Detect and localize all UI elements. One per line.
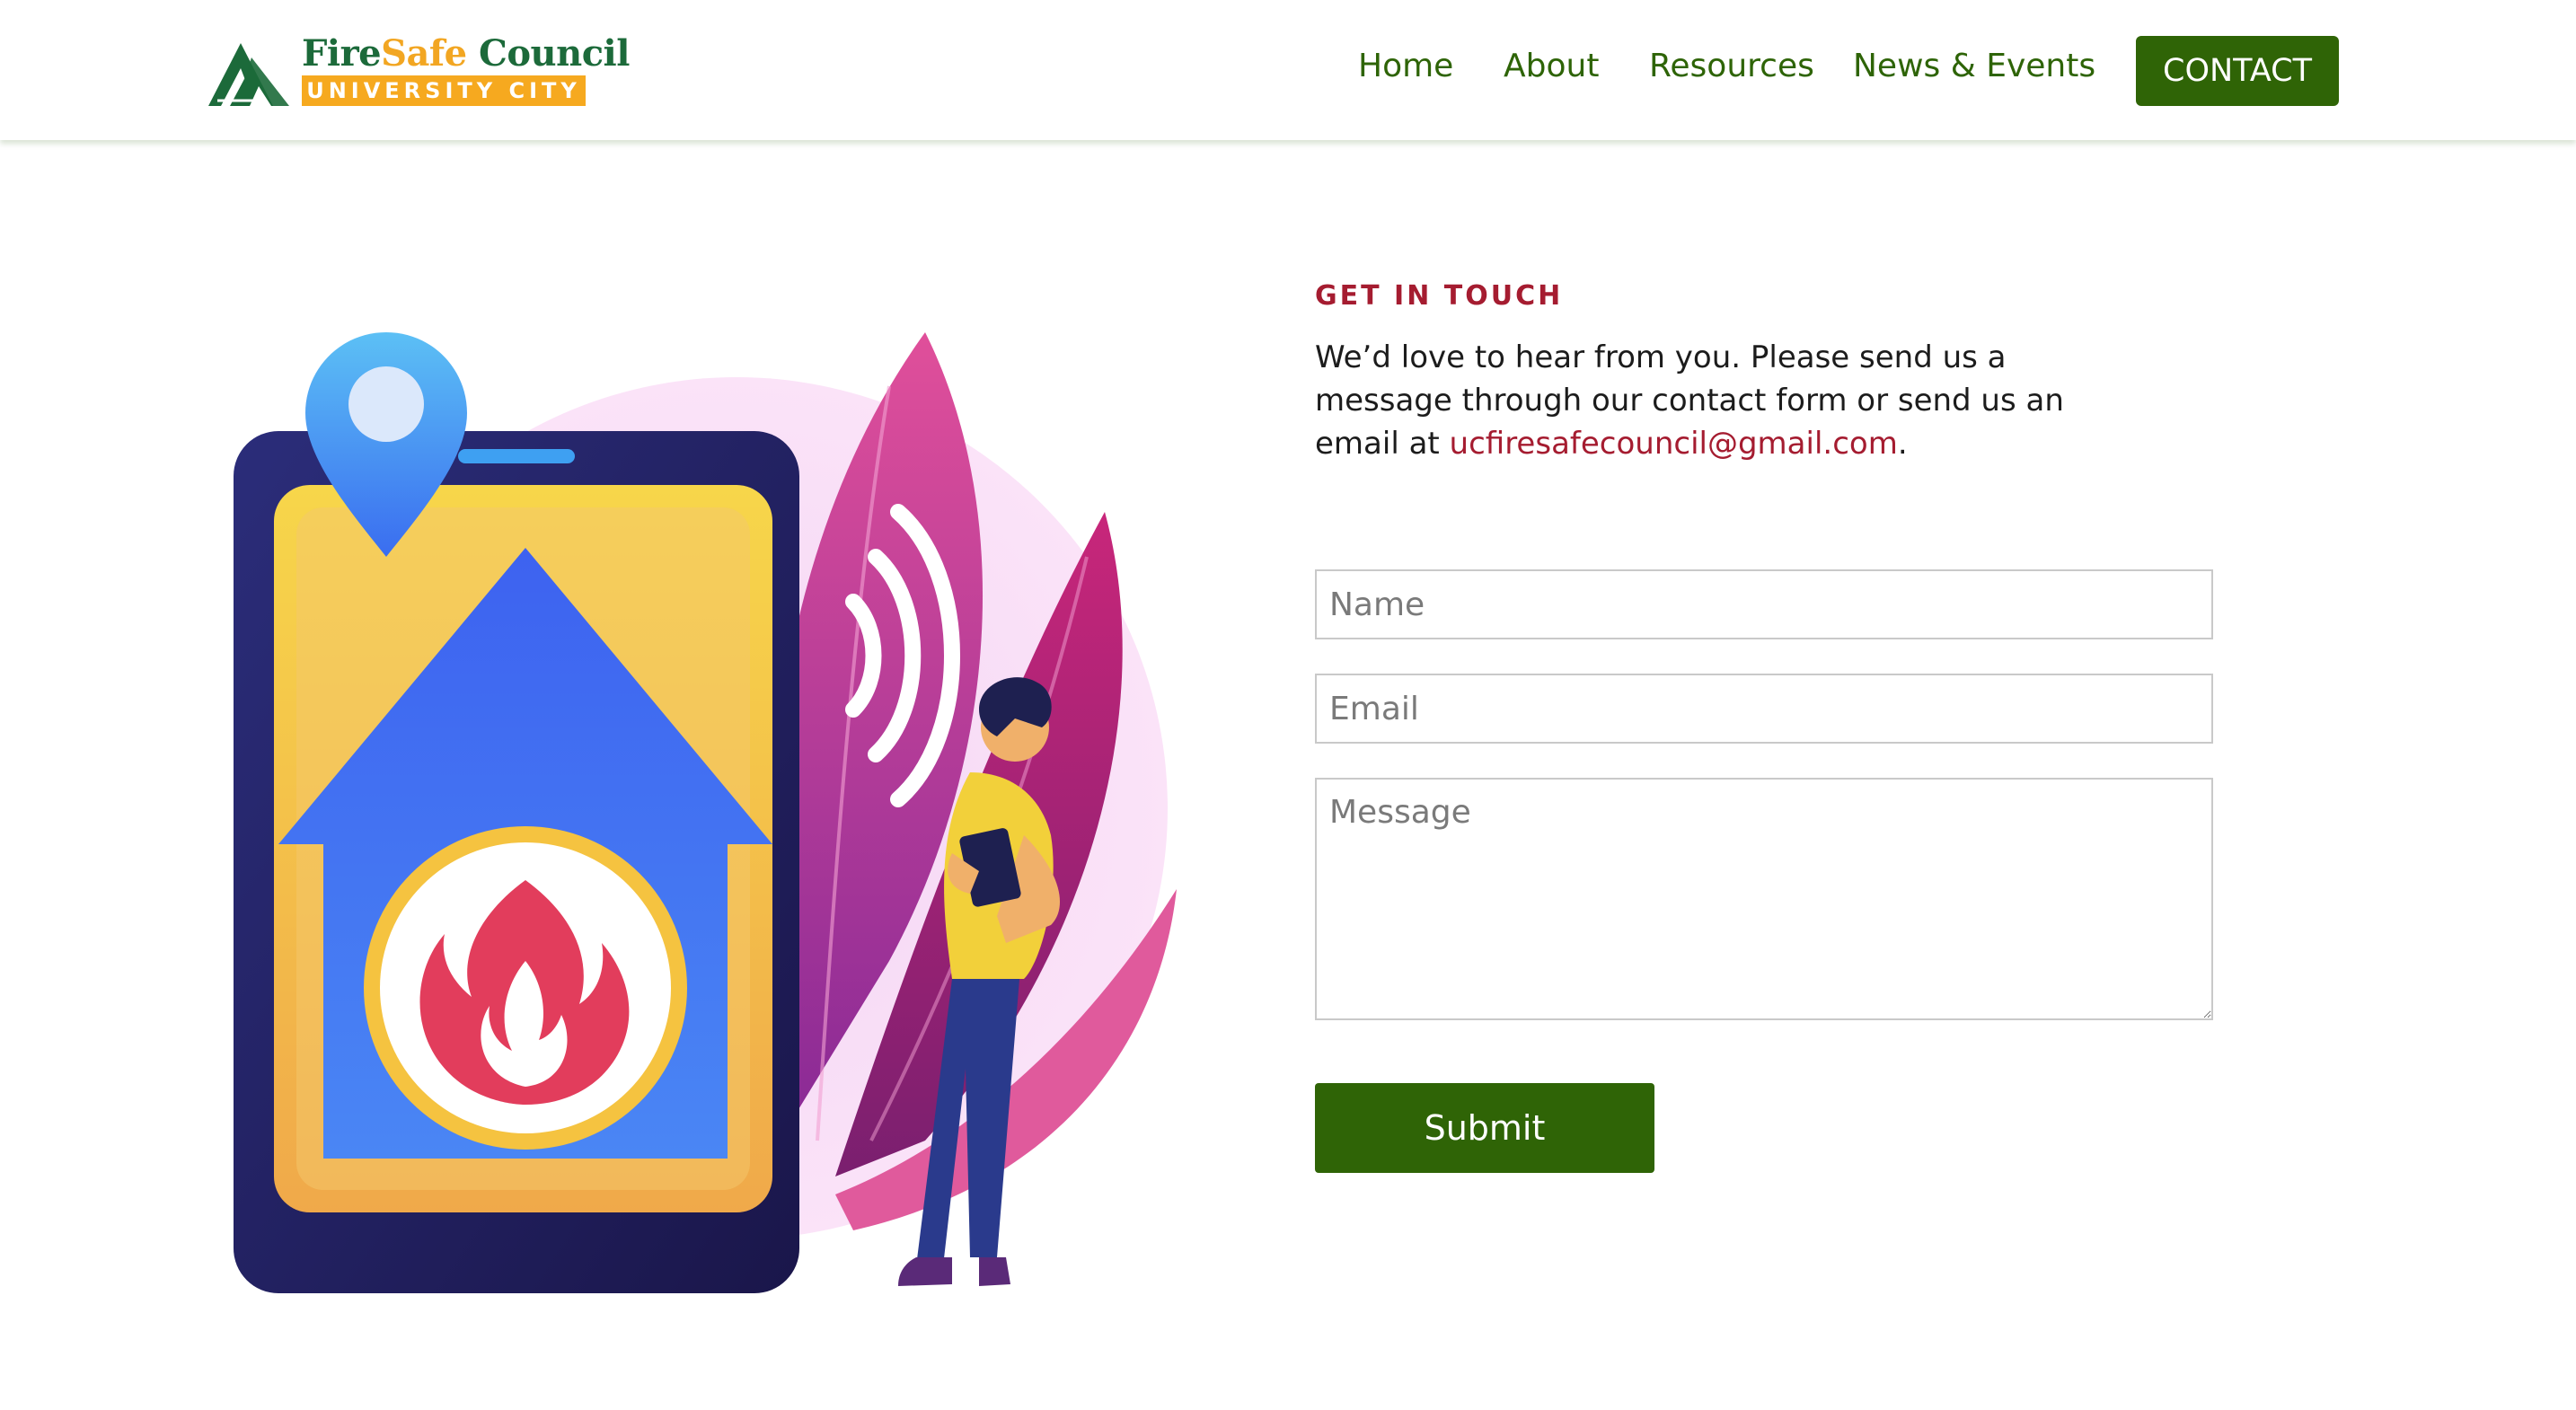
nav-resources[interactable]: Resources: [1649, 32, 1814, 101]
nav-news-events[interactable]: News & Events: [1853, 32, 2095, 101]
email-input[interactable]: [1315, 674, 2213, 744]
nav-contact-button[interactable]: CONTACT: [2136, 36, 2339, 106]
nav-about[interactable]: About: [1504, 32, 1599, 101]
email-link[interactable]: ucfiresafecouncil@gmail.com: [1450, 426, 1898, 462]
pine-tree-icon: [208, 43, 289, 106]
nav-home[interactable]: Home: [1358, 32, 1453, 101]
message-textarea[interactable]: [1315, 778, 2213, 1020]
site-logo[interactable]: FireSafe Council UNIVERSITY CITY: [208, 32, 630, 106]
intro-end: .: [1897, 426, 1908, 462]
logo-subtitle: UNIVERSITY CITY: [302, 75, 586, 106]
section-kicker: GET IN TOUCH: [1315, 280, 1564, 312]
logo-title: FireSafe Council: [302, 32, 630, 75]
fire-safety-illustration: [234, 332, 1177, 1293]
site-header: FireSafe Council UNIVERSITY CITY Home Ab…: [0, 0, 2576, 140]
name-input[interactable]: [1315, 569, 2213, 639]
submit-button[interactable]: Submit: [1315, 1083, 1654, 1173]
contact-intro: We’d love to hear from you. Please send …: [1315, 336, 2123, 465]
